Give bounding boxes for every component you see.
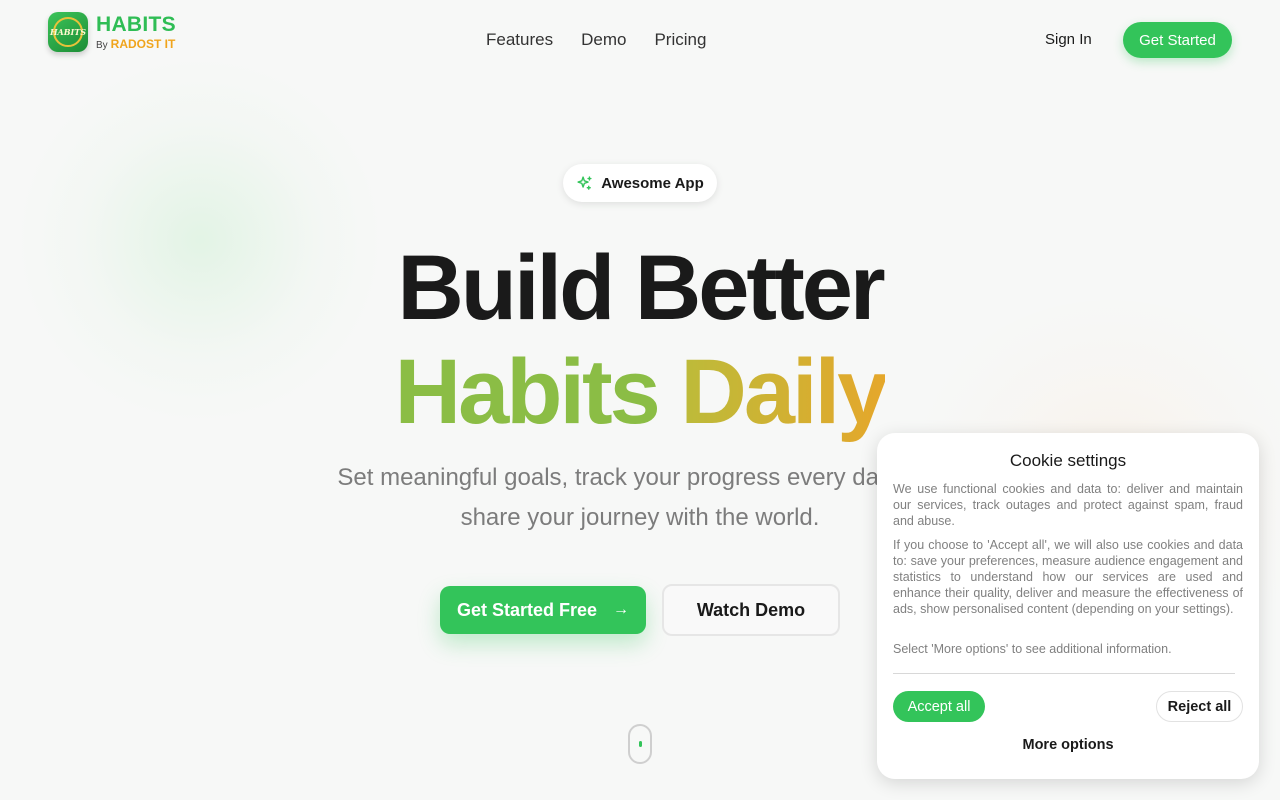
scroll-dot <box>639 741 642 747</box>
get-started-free-label: Get Started Free <box>456 599 598 620</box>
cookie-paragraph-accept-all: If you choose to 'Accept all', we will a… <box>893 538 1243 616</box>
cookie-settings-dialog: Cookie settings We use functional cookie… <box>877 433 1259 779</box>
logo-badge-icon: HABITS <box>48 12 88 52</box>
cookie-divider <box>893 673 1235 674</box>
pill-label: Awesome App <box>601 174 704 192</box>
awesome-app-pill: Awesome App <box>563 164 717 202</box>
sparkle-icon <box>577 175 592 190</box>
brand-company: RADOST IT <box>110 36 176 51</box>
accept-all-button[interactable]: Accept all <box>893 691 985 722</box>
more-options-button[interactable]: More options <box>877 737 1259 753</box>
hero-title-daily: Daily <box>680 341 888 443</box>
hero-title-line2: Habits Daily <box>0 340 1280 444</box>
brand-subtitle: By RADOST IT <box>96 38 176 51</box>
cookie-dialog-title: Cookie settings <box>1009 451 1127 470</box>
logo[interactable]: HABITS HABITS By RADOST IT <box>48 12 176 52</box>
nav-pricing[interactable]: Pricing <box>654 30 706 50</box>
hero-title-line1: Build Better <box>397 237 885 339</box>
hero-title-habits: Habits <box>394 341 661 443</box>
nav-features[interactable]: Features <box>486 30 553 50</box>
cookie-paragraph-more-options: Select 'More options' to see additional … <box>893 642 1172 656</box>
brand-by: By <box>96 39 108 51</box>
logo-badge-text: HABITS <box>50 17 86 47</box>
arrow-right-icon: → <box>613 601 630 618</box>
scroll-mouse-icon[interactable] <box>628 724 652 764</box>
cookie-paragraph-functional: We use functional cookies and data to: d… <box>893 482 1243 528</box>
get-started-free-button[interactable]: Get Started Free → <box>440 586 646 634</box>
hero-subtitle-line2: share your journey with the world. <box>460 504 820 531</box>
main-nav: Features Demo Pricing <box>486 30 706 50</box>
hero-subtitle-line1: Set meaningful goals, track your progres… <box>337 464 943 491</box>
site-header: HABITS HABITS By RADOST IT Features Demo … <box>0 0 1280 80</box>
brand-title: HABITS <box>96 12 176 36</box>
watch-demo-button[interactable]: Watch Demo <box>662 584 840 636</box>
get-started-button[interactable]: Get Started <box>1123 22 1232 58</box>
nav-demo[interactable]: Demo <box>581 30 626 50</box>
sign-in-link[interactable]: Sign In <box>1045 31 1092 48</box>
logo-text: HABITS By RADOST IT <box>96 14 176 51</box>
reject-all-button[interactable]: Reject all <box>1156 691 1243 722</box>
